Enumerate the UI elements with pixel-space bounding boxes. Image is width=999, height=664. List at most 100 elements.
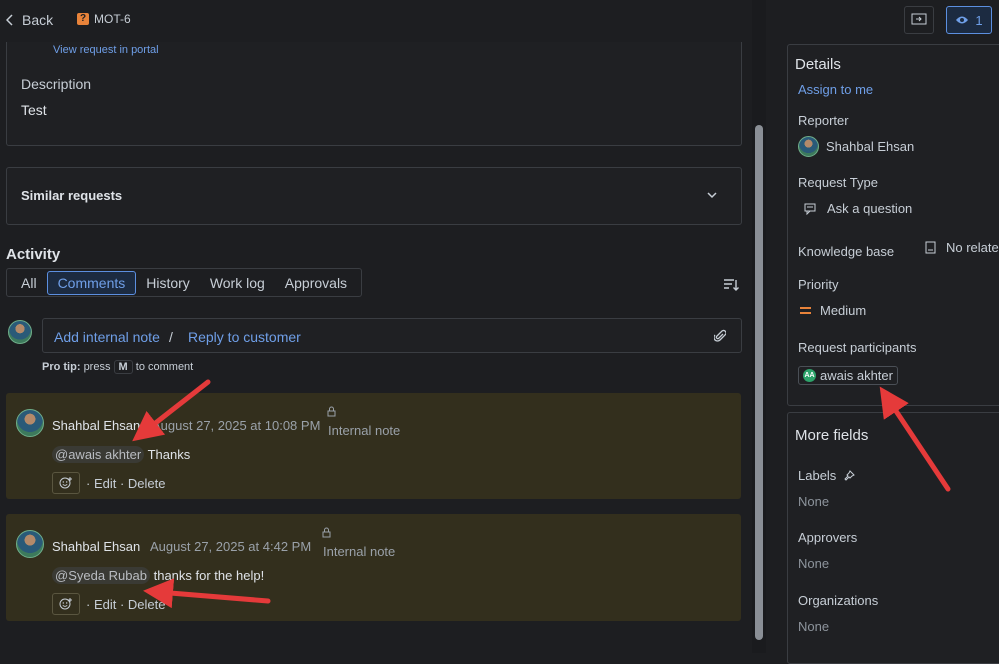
chevron-down-icon[interactable] (707, 192, 717, 199)
composer-separator: / (169, 329, 173, 345)
add-reaction-button[interactable] (52, 472, 80, 494)
comment-actions: · Edit · Delete (86, 597, 166, 612)
watch-button[interactable]: 1 (946, 6, 992, 34)
reporter-label: Reporter (798, 113, 849, 128)
participant-chip[interactable]: AA awais akhter (798, 366, 898, 385)
chevron-left-icon (6, 14, 14, 26)
comment-date[interactable]: August 27, 2025 at 10:08 PM (152, 418, 320, 433)
question-issue-icon: ? (77, 13, 89, 25)
add-internal-note-button[interactable]: Add internal note (54, 329, 160, 345)
organizations-label: Organizations (798, 593, 879, 608)
reporter-field[interactable]: Shahbal Ehsan (798, 136, 914, 157)
delete-comment-button[interactable]: Delete (128, 597, 166, 612)
tab-history[interactable]: History (136, 272, 200, 294)
comment-body: @awais akhter Thanks (52, 446, 191, 463)
feedback-button[interactable] (904, 6, 934, 34)
comment-item: Shahbal Ehsan August 27, 2025 at 10:08 P… (6, 393, 741, 499)
lock-icon (322, 527, 331, 538)
participant-name: awais akhter (820, 368, 893, 383)
more-fields-title: More fields (795, 427, 869, 444)
pro-tip: Pro tip: press M to comment (42, 360, 193, 374)
back-label: Back (22, 12, 54, 28)
pro-tip-pre: press (83, 361, 111, 373)
labels-header: Labels (798, 468, 856, 483)
similar-requests-panel[interactable]: Similar requests (6, 167, 742, 225)
description-card: View request in portal Description Test (6, 42, 742, 146)
priority-label: Priority (798, 277, 839, 292)
approvers-label: Approvers (798, 530, 858, 545)
pro-tip-post: to comment (135, 361, 194, 373)
current-user-avatar (8, 320, 32, 344)
more-fields-panel: More fields Labels None Approvers None O… (787, 412, 999, 664)
request-type-value: Ask a question (827, 201, 913, 216)
participants-field[interactable]: AA awais akhter (798, 364, 898, 385)
watch-count: 1 (975, 12, 983, 28)
reply-to-customer-button[interactable]: Reply to customer (188, 329, 301, 345)
mention-chip[interactable]: @Syeda Rubab (52, 567, 150, 584)
comment-body: @Syeda Rubab thanks for the help! (52, 567, 265, 584)
book-icon (925, 241, 936, 254)
knowledge-base-field[interactable]: No relate (925, 240, 999, 255)
pin-icon[interactable] (844, 470, 856, 481)
priority-value: Medium (820, 303, 867, 318)
reporter-avatar (798, 136, 819, 157)
edit-comment-button[interactable]: Edit (94, 597, 116, 612)
request-type-label: Request Type (798, 175, 878, 190)
tab-all[interactable]: All (11, 272, 47, 294)
priority-field[interactable]: Medium (799, 303, 866, 318)
similar-requests-label: Similar requests (21, 188, 123, 203)
knowledge-base-label: Knowledge base (798, 244, 895, 259)
sort-icon[interactable] (723, 278, 739, 292)
delete-comment-button[interactable]: Delete (128, 476, 166, 491)
assign-to-me-link[interactable]: Assign to me (798, 82, 873, 97)
back-button[interactable]: Back (6, 12, 53, 28)
tab-work-log[interactable]: Work log (200, 272, 275, 294)
author-avatar (16, 530, 44, 558)
comment-visibility: Internal note (323, 544, 396, 559)
feedback-icon (911, 13, 927, 27)
knowledge-base-value: No relate (946, 240, 999, 255)
request-type-field[interactable]: Ask a question (804, 201, 912, 216)
details-panel: Details Assign to me Reporter Shahbal Eh… (787, 44, 999, 406)
pro-tip-bold: Pro tip: (42, 361, 81, 373)
comment-text: thanks for the help! (153, 568, 265, 583)
activity-tabs: All Comments History Work log Approvals (6, 268, 363, 297)
participant-avatar: AA (803, 369, 816, 382)
approvers-value[interactable]: None (798, 556, 829, 571)
priority-medium-icon (799, 306, 812, 315)
mention-chip[interactable]: @awais akhter (52, 446, 145, 463)
labels-value[interactable]: None (798, 494, 829, 509)
comment-item: Shahbal Ehsan August 27, 2025 at 4:42 PM… (6, 514, 741, 621)
reporter-value: Shahbal Ehsan (826, 139, 915, 154)
ticket-key: MOT-6 (94, 12, 131, 26)
emoji-add-icon (59, 597, 73, 611)
add-reaction-button[interactable] (52, 593, 80, 615)
chat-icon (804, 203, 816, 215)
scrollbar-thumb[interactable] (755, 125, 763, 640)
labels-label: Labels (798, 468, 837, 483)
participants-label: Request participants (798, 340, 917, 355)
comment-author[interactable]: Shahbal Ehsan (52, 539, 140, 554)
ticket-key-link[interactable]: ? MOT-6 (77, 12, 131, 26)
tab-approvals[interactable]: Approvals (275, 272, 357, 294)
paperclip-icon[interactable] (714, 329, 726, 343)
lock-icon (327, 406, 336, 417)
comment-date[interactable]: August 27, 2025 at 4:42 PM (150, 539, 311, 554)
description-value: Test (21, 102, 47, 118)
comment-visibility: Internal note (328, 423, 401, 438)
view-in-portal-link[interactable]: View request in portal (53, 44, 159, 56)
details-title: Details (795, 56, 841, 73)
comment-text: Thanks (147, 447, 191, 462)
keyboard-key-m: M (113, 360, 133, 374)
eye-icon (955, 15, 969, 25)
comment-actions: · Edit · Delete (86, 476, 166, 491)
comment-author[interactable]: Shahbal Ehsan (52, 418, 140, 433)
tab-comments[interactable]: Comments (46, 270, 137, 295)
emoji-add-icon (59, 476, 73, 490)
activity-title: Activity (6, 246, 61, 263)
edit-comment-button[interactable]: Edit (94, 476, 116, 491)
comment-composer[interactable]: Add internal note / Reply to customer (42, 318, 742, 353)
organizations-value[interactable]: None (798, 619, 829, 634)
author-avatar (16, 409, 44, 437)
description-label: Description (21, 76, 92, 92)
